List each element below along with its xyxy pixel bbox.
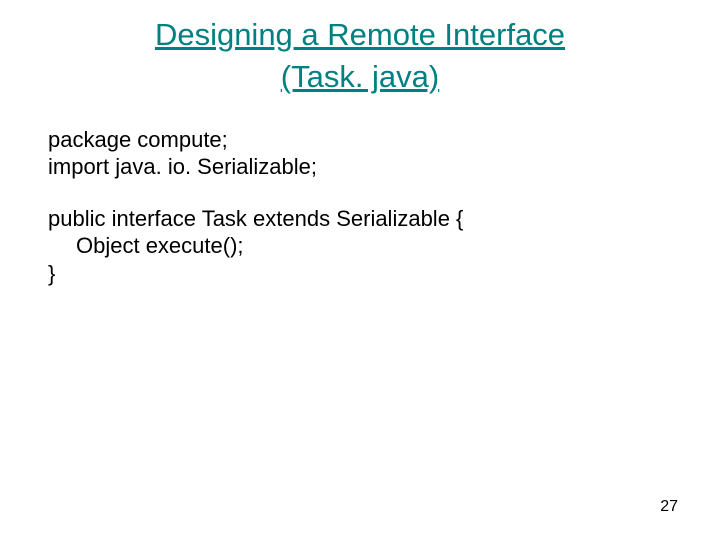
- slide-title: Designing a Remote Interface (Task. java…: [0, 0, 720, 98]
- code-line-4: Object execute();: [48, 232, 720, 260]
- code-line-2: import java. io. Serializable;: [48, 153, 720, 181]
- code-line-3: public interface Task extends Serializab…: [48, 205, 720, 233]
- slide: Designing a Remote Interface (Task. java…: [0, 0, 720, 540]
- title-line-1: Designing a Remote Interface: [0, 14, 720, 56]
- page-number: 27: [660, 498, 678, 516]
- code-line-1: package compute;: [48, 126, 720, 154]
- slide-body: package compute; import java. io. Serial…: [0, 98, 720, 288]
- title-line-2: (Task. java): [0, 56, 720, 98]
- code-line-5: }: [48, 260, 720, 288]
